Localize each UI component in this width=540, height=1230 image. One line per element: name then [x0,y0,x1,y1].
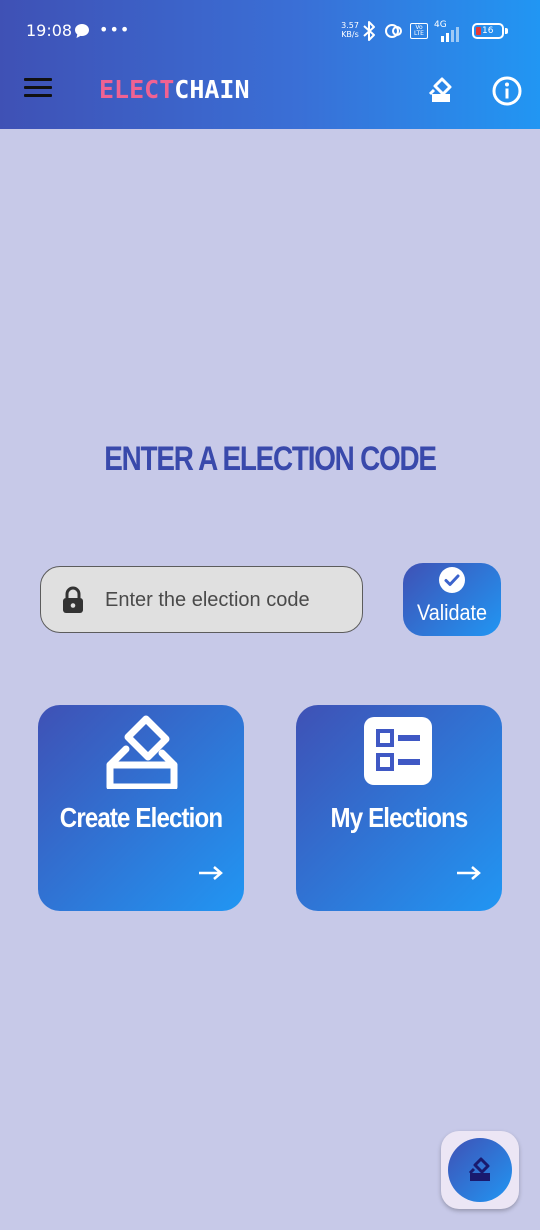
battery-level: 16 [482,26,494,36]
status-time: 19:08 [26,21,73,40]
arrow-right-icon [199,866,223,880]
network-speed: 3.57 KB/s [341,21,359,39]
vote-fab-button[interactable] [448,1138,512,1202]
bluetooth-icon [363,21,375,41]
chat-icon [75,24,89,38]
volte-badge: Vo LTE [410,23,428,39]
validate-label: Validate [416,600,488,625]
brand-chain: CHAIN [174,75,250,104]
ballot-box-icon [106,715,178,789]
app-header: 19:08 ••• 3.57 KB/s Vo LTE 4G 16 ELECTCH… [0,0,540,129]
election-code-field[interactable] [40,566,363,633]
page-title: ENTER A ELECTION CODE [104,440,437,478]
app-logo: ELECTCHAIN [99,75,250,104]
check-circle-icon [439,567,465,593]
validate-button[interactable]: Validate [403,563,501,636]
hotspot-link-icon [385,24,402,38]
brand-elect: ELECT [99,75,175,104]
lock-icon [63,586,83,613]
info-icon[interactable] [491,75,523,107]
signal-icon [441,27,459,42]
status-more-icon: ••• [99,20,131,39]
election-code-input[interactable] [105,581,345,619]
ballot-icon [468,1157,490,1181]
my-elections-label: My Elections [330,802,469,833]
create-election-card[interactable]: Create Election [38,705,244,911]
my-elections-card[interactable]: My Elections [296,705,502,911]
menu-icon[interactable] [24,78,52,102]
vote-fab-container [441,1131,519,1209]
arrow-right-icon [457,866,481,880]
checklist-icon [364,717,432,785]
ballot-icon[interactable] [425,75,457,107]
status-bar: 19:08 ••• 3.57 KB/s Vo LTE 4G 16 [0,0,540,60]
battery-icon: 16 [472,23,504,39]
create-election-label: Create Election [59,802,223,833]
